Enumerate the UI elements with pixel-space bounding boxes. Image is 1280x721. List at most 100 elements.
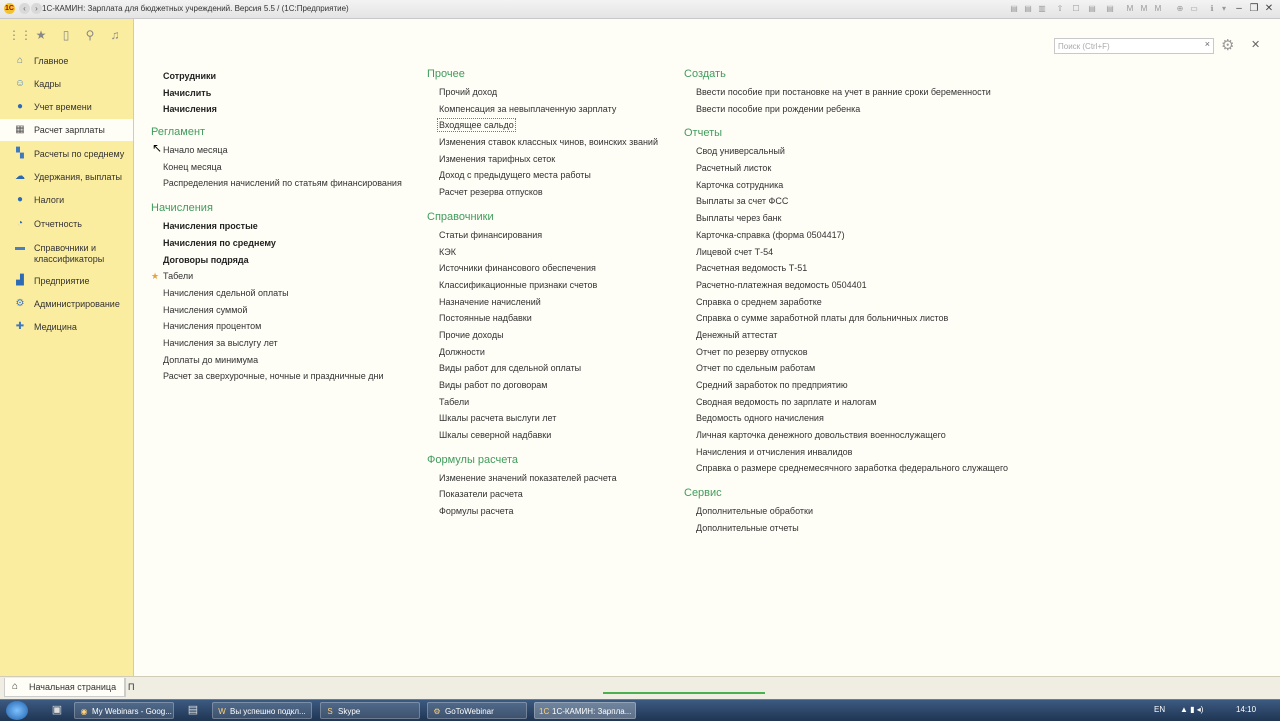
link-ref-1[interactable]: КЭК bbox=[439, 244, 658, 261]
sidebar-item-4[interactable]: ▚ Расчеты по среднему bbox=[0, 143, 133, 165]
forward-icon[interactable]: › bbox=[31, 3, 42, 14]
link-report-10[interactable]: Справка о сумме заработной платы для бол… bbox=[696, 310, 1008, 327]
link-seniority[interactable]: Начисления за выслугу лет bbox=[163, 335, 402, 352]
sidebar-item-7[interactable]: ◔ Отчетность bbox=[0, 213, 133, 235]
link-formula-0[interactable]: Изменение значений показателей расчета bbox=[439, 470, 658, 487]
maximize-icon[interactable]: ❐ bbox=[1247, 2, 1261, 15]
sidebar-item-3[interactable]: ▦ Расчет зарплаты bbox=[0, 119, 133, 141]
link-formula-1[interactable]: Показатели расчета bbox=[439, 486, 658, 503]
toolbar-icon-5[interactable]: ▤ bbox=[1086, 3, 1098, 14]
link-month-start[interactable]: Начало месяца bbox=[163, 142, 402, 159]
link-ref-11[interactable]: Шкалы расчета выслуги лет bbox=[439, 410, 658, 427]
search-field[interactable]: × bbox=[1054, 38, 1214, 54]
link-service-1[interactable]: Дополнительные отчеты bbox=[696, 520, 1008, 537]
m-button-icon[interactable]: M bbox=[1124, 3, 1136, 14]
show-desktop-icon[interactable]: ▣ bbox=[50, 703, 64, 717]
link-ref-5[interactable]: Постоянные надбавки bbox=[439, 310, 658, 327]
link-other-income[interactable]: Прочий доход bbox=[439, 84, 658, 101]
link-ref-10[interactable]: Табели bbox=[439, 394, 658, 411]
link-ref-3[interactable]: Классификационные признаки счетов bbox=[439, 277, 658, 294]
start-button[interactable] bbox=[6, 701, 28, 720]
toolbar-icon-3[interactable]: ▥ bbox=[1036, 3, 1048, 14]
search-input[interactable] bbox=[1055, 39, 1201, 53]
sidebar-item-6[interactable]: ● Налоги bbox=[0, 189, 133, 211]
sidebar-item-9[interactable]: ▟ Предприятие bbox=[0, 270, 133, 292]
link-create-0[interactable]: Ввести пособие при постановке на учет в … bbox=[696, 84, 1008, 101]
search-icon[interactable]: ⚲ bbox=[82, 27, 98, 43]
link-timesheets[interactable]: ★ Табели bbox=[151, 268, 402, 285]
link-report-0[interactable]: Свод универсальный bbox=[696, 143, 1008, 160]
info-icon[interactable]: ℹ bbox=[1206, 3, 1218, 14]
toolbar-icon-4[interactable]: ☐ bbox=[1070, 3, 1082, 14]
close-icon[interactable]: ✕ bbox=[1251, 38, 1260, 51]
link-min-supplement[interactable]: Доплаты до минимума bbox=[163, 352, 402, 369]
tray-icons[interactable]: ▲ ▮ ◂) bbox=[1180, 705, 1203, 714]
toolbar-icon-1[interactable]: ▤ bbox=[1008, 3, 1020, 14]
link-report-16[interactable]: Ведомость одного начисления bbox=[696, 410, 1008, 427]
link-compensation[interactable]: Компенсация за невыплаченную зарплату bbox=[439, 101, 658, 118]
link-report-2[interactable]: Карточка сотрудника bbox=[696, 177, 1008, 194]
link-employees[interactable]: Сотрудники bbox=[163, 68, 402, 85]
link-report-11[interactable]: Денежный аттестат bbox=[696, 327, 1008, 344]
back-icon[interactable]: ‹ bbox=[19, 3, 30, 14]
link-ref-4[interactable]: Назначение начислений bbox=[439, 294, 658, 311]
apps-grid-icon[interactable]: ⋮⋮ bbox=[8, 27, 32, 43]
sidebar-item-2[interactable]: ● Учет времени bbox=[0, 96, 133, 118]
sidebar-item-8[interactable]: ▬ Справочники и классификаторы bbox=[0, 237, 133, 269]
history-icon[interactable]: ⇧ bbox=[1054, 3, 1066, 14]
link-prev-income[interactable]: Доход с предыдущего места работы bbox=[439, 167, 658, 184]
sidebar-item-10[interactable]: ⚙ Администрирование bbox=[0, 293, 133, 315]
link-vacation-reserve[interactable]: Расчет резерва отпусков bbox=[439, 184, 658, 201]
task-chrome[interactable]: ◉ My Webinars - Goog... bbox=[74, 702, 174, 719]
minimize-icon[interactable]: – bbox=[1232, 2, 1246, 15]
link-tariff-changes[interactable]: Изменения тарифных сеток bbox=[439, 151, 658, 168]
link-report-12[interactable]: Отчет по резерву отпусков bbox=[696, 344, 1008, 361]
link-accrue[interactable]: Начислить bbox=[163, 85, 402, 102]
link-overtime[interactable]: Расчет за сверхурочные, ночные и праздни… bbox=[163, 368, 402, 385]
toolbar-icon-7[interactable]: ▭ bbox=[1188, 3, 1200, 14]
link-piecework[interactable]: Начисления сдельной оплаты bbox=[163, 285, 402, 302]
link-accruals[interactable]: Начисления bbox=[163, 101, 402, 118]
clear-search-icon[interactable]: × bbox=[1205, 39, 1210, 49]
link-ref-7[interactable]: Должности bbox=[439, 344, 658, 361]
task-1c[interactable]: 1С 1С-КАМИН: Зарпла... bbox=[534, 702, 636, 719]
language-indicator[interactable]: EN bbox=[1154, 705, 1165, 714]
m-plus-icon[interactable]: M bbox=[1138, 3, 1150, 14]
history-clipboard-icon[interactable]: ▯ bbox=[58, 27, 74, 43]
dropdown-icon[interactable]: ▾ bbox=[1218, 3, 1230, 14]
link-average-accruals[interactable]: Начисления по среднему bbox=[163, 235, 402, 252]
tab-start-page[interactable]: ⌂ Начальная страница bbox=[4, 678, 126, 697]
link-create-1[interactable]: Ввести пособие при рождении ребенка bbox=[696, 101, 1008, 118]
m-minus-icon[interactable]: M bbox=[1152, 3, 1164, 14]
link-simple-accruals[interactable]: Начисления простые bbox=[163, 218, 402, 235]
link-report-18[interactable]: Начисления и отчисления инвалидов bbox=[696, 444, 1008, 461]
link-report-15[interactable]: Сводная ведомость по зарплате и налогам bbox=[696, 394, 1008, 411]
sidebar-item-11[interactable]: ✚ Медицина bbox=[0, 316, 133, 338]
link-report-8[interactable]: Расчетно-платежная ведомость 0504401 bbox=[696, 277, 1008, 294]
link-opening-balance[interactable]: Входящее сальдо bbox=[437, 117, 658, 134]
link-report-9[interactable]: Справка о среднем заработке bbox=[696, 294, 1008, 311]
sidebar-item-0[interactable]: ⌂ Главное bbox=[0, 50, 133, 72]
link-rank-changes[interactable]: Изменения ставок классных чинов, воински… bbox=[439, 134, 658, 151]
link-report-5[interactable]: Карточка-справка (форма 0504417) bbox=[696, 227, 1008, 244]
link-report-7[interactable]: Расчетная ведомость Т-51 bbox=[696, 260, 1008, 277]
zoom-icon[interactable]: ⊕ bbox=[1174, 3, 1186, 14]
link-month-end[interactable]: Конец месяца bbox=[163, 159, 402, 176]
link-distribution[interactable]: Распределения начислений по статьям фина… bbox=[163, 175, 402, 192]
link-ref-2[interactable]: Источники финансового обеспечения bbox=[439, 260, 658, 277]
bell-icon[interactable]: ♫ bbox=[107, 27, 123, 43]
task-skype[interactable]: S Skype bbox=[320, 702, 420, 719]
link-contracts[interactable]: Договоры подряда bbox=[163, 252, 402, 269]
link-ref-9[interactable]: Виды работ по договорам bbox=[439, 377, 658, 394]
toolbar-icon-6[interactable]: ▤ bbox=[1104, 3, 1116, 14]
link-ref-12[interactable]: Шкалы северной надбавки bbox=[439, 427, 658, 444]
favorites-star-icon[interactable]: ★ bbox=[33, 27, 49, 43]
link-sum-accruals[interactable]: Начисления суммой bbox=[163, 302, 402, 319]
link-report-3[interactable]: Выплаты за счет ФСС bbox=[696, 193, 1008, 210]
toolbar-icon-2[interactable]: ▤ bbox=[1022, 3, 1034, 14]
link-report-6[interactable]: Лицевой счет Т-54 bbox=[696, 244, 1008, 261]
task-gotowebinar[interactable]: ⚙ GoToWebinar bbox=[427, 702, 527, 719]
sidebar-item-1[interactable]: ☺ Кадры bbox=[0, 73, 133, 95]
sidebar-item-5[interactable]: ☁ Удержания, выплаты bbox=[0, 166, 133, 188]
link-ref-0[interactable]: Статьи финансирования bbox=[439, 227, 658, 244]
